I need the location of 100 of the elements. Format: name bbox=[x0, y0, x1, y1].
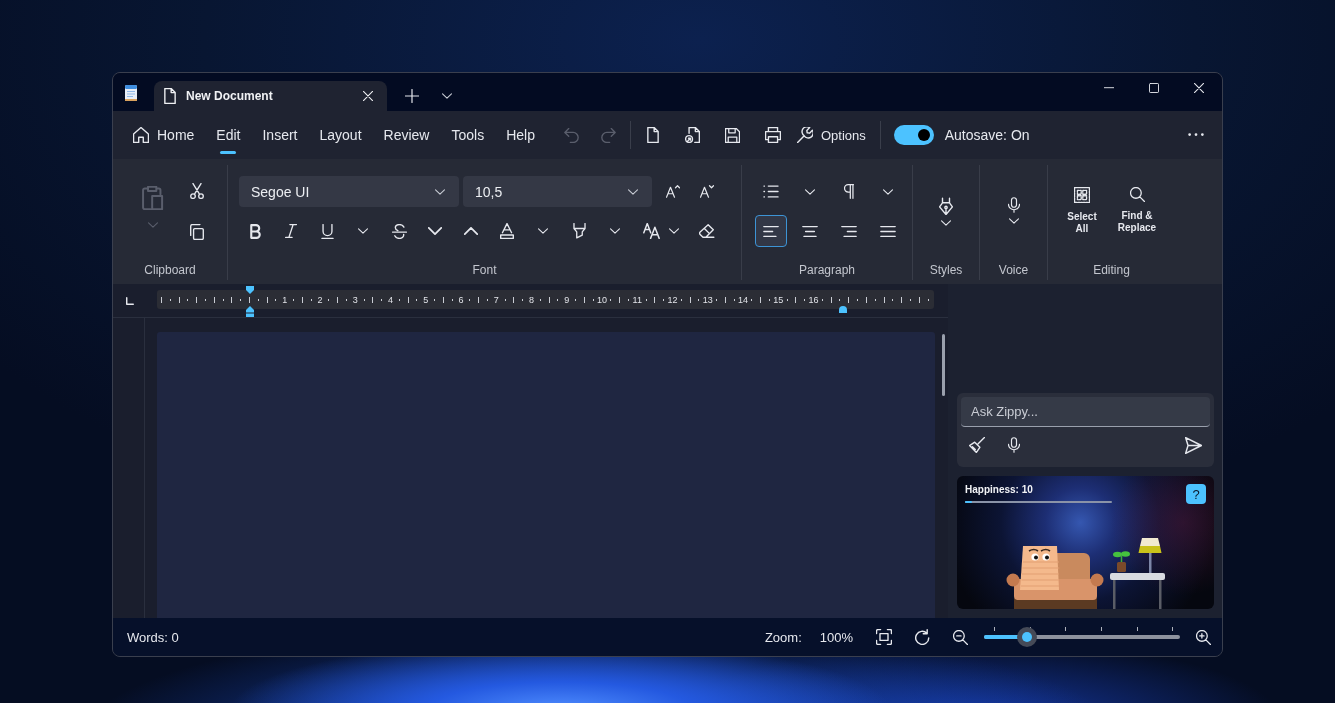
menu-item[interactable]: Review bbox=[383, 115, 430, 155]
group-label: Paragraph bbox=[798, 263, 855, 277]
home-icon bbox=[133, 127, 149, 143]
find-replace-button[interactable]: Find & Replace bbox=[1115, 187, 1159, 260]
underline-icon[interactable] bbox=[320, 223, 334, 239]
send-icon[interactable] bbox=[1185, 436, 1202, 454]
ask-zippy-field[interactable]: Ask Zippy... bbox=[961, 397, 1210, 427]
paper-character bbox=[1020, 546, 1060, 590]
close-icon[interactable] bbox=[363, 91, 373, 101]
zoom-in-icon[interactable] bbox=[1196, 629, 1211, 645]
strikethrough-icon[interactable] bbox=[391, 223, 407, 239]
eraser-icon[interactable] bbox=[699, 224, 715, 238]
word-count: Words: 0 bbox=[127, 629, 179, 645]
ruler-number: 9 bbox=[564, 294, 570, 305]
open-document-icon[interactable] bbox=[684, 127, 700, 143]
scissors-icon[interactable] bbox=[190, 183, 204, 199]
print-icon[interactable] bbox=[764, 127, 781, 143]
ruler-number: 4 bbox=[388, 294, 394, 305]
align-justify-icon bbox=[879, 225, 896, 237]
ruler-number: 7 bbox=[493, 294, 499, 305]
highlighter-icon[interactable] bbox=[572, 223, 586, 239]
options-button[interactable]: Options bbox=[796, 127, 866, 143]
indent-marker-icon[interactable] bbox=[838, 305, 848, 313]
shrink-font-icon[interactable] bbox=[700, 185, 714, 198]
zoom-label: Zoom: bbox=[764, 629, 802, 645]
notepad-icon bbox=[125, 85, 137, 101]
bullet-list-icon[interactable] bbox=[762, 185, 779, 198]
help-button[interactable]: ? bbox=[1186, 484, 1206, 504]
menu-item[interactable]: Edit bbox=[216, 115, 241, 155]
select-all-icon bbox=[1074, 187, 1090, 203]
chevron-up-icon[interactable] bbox=[464, 227, 478, 235]
indent-marker-icon[interactable] bbox=[245, 306, 255, 317]
group-label: Styles bbox=[929, 263, 963, 277]
ruler-number: 14 bbox=[738, 294, 749, 305]
side-table bbox=[1110, 573, 1165, 609]
table-lamp bbox=[1138, 538, 1162, 573]
minimize-icon[interactable] bbox=[1104, 87, 1114, 89]
tab-stop-icon[interactable] bbox=[125, 296, 134, 305]
autosave-label: Autosave: On bbox=[944, 127, 1030, 143]
menu-item[interactable]: Help bbox=[506, 115, 535, 155]
save-icon[interactable] bbox=[724, 127, 740, 143]
search-icon bbox=[1129, 187, 1145, 202]
copy-icon[interactable] bbox=[190, 224, 204, 240]
zoom-out-icon[interactable] bbox=[953, 629, 968, 645]
bold-icon[interactable] bbox=[249, 223, 261, 239]
potted-plant bbox=[1113, 551, 1130, 572]
ruler-number: 6 bbox=[458, 294, 464, 305]
ruler-number: 1 bbox=[282, 294, 288, 305]
broom-icon[interactable] bbox=[969, 437, 985, 453]
ruler-number: 12 bbox=[667, 294, 678, 305]
happiness-label: Happiness: 10 bbox=[965, 484, 1033, 496]
ruler-number: 2 bbox=[317, 294, 323, 305]
vertical-scrollbar[interactable] bbox=[942, 334, 945, 396]
plus-icon[interactable] bbox=[405, 89, 419, 103]
ruler-number: 5 bbox=[423, 294, 429, 305]
chevron-down-icon bbox=[628, 188, 638, 195]
select-all-button[interactable]: Select All bbox=[1060, 187, 1104, 260]
align-center-icon bbox=[801, 225, 818, 237]
ruler-number: 3 bbox=[352, 294, 358, 305]
new-document-icon[interactable] bbox=[646, 127, 659, 143]
document-icon bbox=[164, 88, 176, 104]
document-tab[interactable]: New Document bbox=[154, 81, 387, 111]
wrench-icon bbox=[796, 127, 813, 143]
font-color-icon[interactable] bbox=[500, 223, 514, 239]
indent-marker-icon[interactable] bbox=[245, 286, 255, 294]
microphone-icon[interactable] bbox=[1007, 197, 1020, 213]
menu-item[interactable]: Tools bbox=[451, 115, 485, 155]
italic-icon[interactable] bbox=[285, 224, 297, 238]
chevron-down-icon bbox=[435, 188, 445, 195]
ruler-number: 10 bbox=[597, 294, 608, 305]
text-case-icon[interactable] bbox=[642, 223, 660, 239]
microphone-icon[interactable] bbox=[1008, 437, 1020, 453]
maximize-icon[interactable] bbox=[1149, 83, 1159, 93]
ruler-number: 11 bbox=[632, 294, 642, 305]
align-button[interactable] bbox=[754, 215, 787, 247]
align-left-icon bbox=[762, 225, 779, 237]
menu-item[interactable]: Insert bbox=[262, 115, 298, 155]
ruler-number: 13 bbox=[702, 294, 713, 305]
zoom-value: 100% bbox=[819, 629, 853, 645]
pen-nib-icon[interactable] bbox=[939, 197, 953, 215]
menu-item[interactable]: Home bbox=[133, 115, 195, 155]
group-label: Editing bbox=[1093, 263, 1130, 277]
autosave-toggle[interactable] bbox=[893, 125, 934, 145]
grow-font-icon[interactable] bbox=[666, 185, 680, 198]
align-right-icon bbox=[840, 225, 857, 237]
fit-to-window-icon[interactable] bbox=[876, 629, 892, 645]
refresh-icon[interactable] bbox=[915, 629, 930, 645]
pilcrow-icon[interactable] bbox=[843, 184, 854, 199]
slider-thumb[interactable] bbox=[1017, 627, 1038, 647]
font-family-dropdown[interactable]: Segoe UI bbox=[239, 176, 459, 207]
ruler-number: 16 bbox=[808, 294, 819, 305]
menu-item[interactable]: Layout bbox=[319, 115, 362, 155]
ruler-number: 8 bbox=[529, 294, 535, 305]
group-label: Font bbox=[472, 263, 497, 277]
more-icon[interactable] bbox=[1188, 133, 1204, 137]
ruler[interactable]: 1 2 3 4 5 6 7 8 9 10 11 12 13 14 15 16 bbox=[157, 290, 934, 309]
close-icon[interactable] bbox=[1194, 83, 1204, 93]
group-label: Clipboard bbox=[144, 263, 196, 277]
group-label: Voice bbox=[998, 263, 1029, 277]
font-size-dropdown[interactable]: 10,5 bbox=[463, 176, 652, 207]
